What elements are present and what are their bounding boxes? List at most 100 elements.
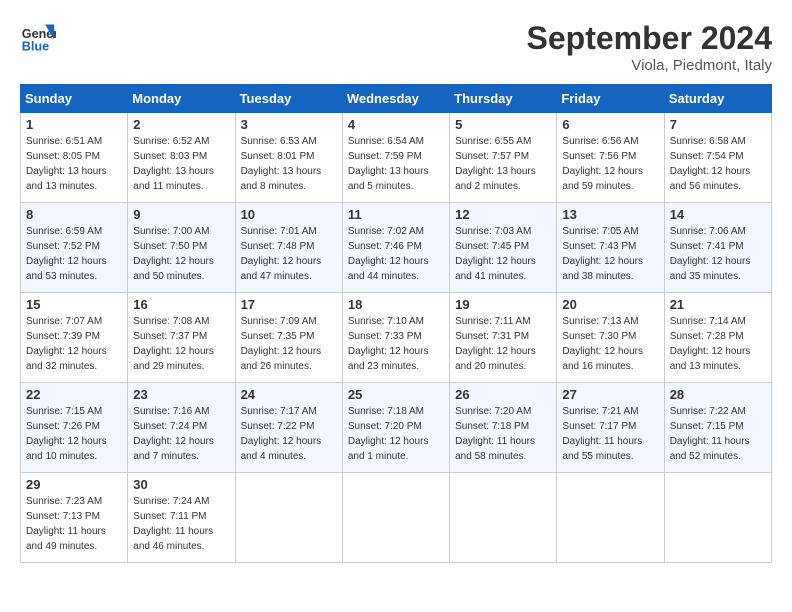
page-header: General Blue September 2024 Viola, Piedm… (20, 20, 772, 74)
day-number: 28 (670, 387, 766, 402)
day-info: Sunrise: 7:08 AM Sunset: 7:37 PM Dayligh… (133, 314, 229, 374)
day-number: 16 (133, 297, 229, 312)
day-cell: 30 Sunrise: 7:24 AM Sunset: 7:11 PM Dayl… (128, 473, 235, 563)
day-info: Sunrise: 7:24 AM Sunset: 7:11 PM Dayligh… (133, 494, 229, 554)
day-info: Sunrise: 7:01 AM Sunset: 7:48 PM Dayligh… (241, 224, 337, 284)
empty-cell (664, 473, 771, 563)
day-cell: 2 Sunrise: 6:52 AM Sunset: 8:03 PM Dayli… (128, 113, 235, 203)
day-info: Sunrise: 7:13 AM Sunset: 7:30 PM Dayligh… (562, 314, 658, 374)
day-info: Sunrise: 7:21 AM Sunset: 7:17 PM Dayligh… (562, 404, 658, 464)
day-cell: 13 Sunrise: 7:05 AM Sunset: 7:43 PM Dayl… (557, 203, 664, 293)
day-info: Sunrise: 7:18 AM Sunset: 7:20 PM Dayligh… (348, 404, 444, 464)
day-number: 20 (562, 297, 658, 312)
calendar-row: 8 Sunrise: 6:59 AM Sunset: 7:52 PM Dayli… (21, 203, 772, 293)
logo: General Blue (20, 20, 56, 56)
day-cell: 7 Sunrise: 6:58 AM Sunset: 7:54 PM Dayli… (664, 113, 771, 203)
day-cell: 15 Sunrise: 7:07 AM Sunset: 7:39 PM Dayl… (21, 293, 128, 383)
day-cell: 29 Sunrise: 7:23 AM Sunset: 7:13 PM Dayl… (21, 473, 128, 563)
day-info: Sunrise: 7:15 AM Sunset: 7:26 PM Dayligh… (26, 404, 122, 464)
day-cell: 28 Sunrise: 7:22 AM Sunset: 7:15 PM Dayl… (664, 383, 771, 473)
day-cell: 18 Sunrise: 7:10 AM Sunset: 7:33 PM Dayl… (342, 293, 449, 383)
header-row: Sunday Monday Tuesday Wednesday Thursday… (21, 85, 772, 113)
day-number: 30 (133, 477, 229, 492)
day-info: Sunrise: 6:58 AM Sunset: 7:54 PM Dayligh… (670, 134, 766, 194)
day-cell: 26 Sunrise: 7:20 AM Sunset: 7:18 PM Dayl… (450, 383, 557, 473)
calendar-row: 15 Sunrise: 7:07 AM Sunset: 7:39 PM Dayl… (21, 293, 772, 383)
col-wednesday: Wednesday (342, 85, 449, 113)
day-cell: 1 Sunrise: 6:51 AM Sunset: 8:05 PM Dayli… (21, 113, 128, 203)
empty-cell (342, 473, 449, 563)
day-number: 24 (241, 387, 337, 402)
day-info: Sunrise: 6:55 AM Sunset: 7:57 PM Dayligh… (455, 134, 551, 194)
day-number: 14 (670, 207, 766, 222)
day-number: 23 (133, 387, 229, 402)
day-cell: 19 Sunrise: 7:11 AM Sunset: 7:31 PM Dayl… (450, 293, 557, 383)
day-number: 15 (26, 297, 122, 312)
day-info: Sunrise: 7:02 AM Sunset: 7:46 PM Dayligh… (348, 224, 444, 284)
day-info: Sunrise: 7:00 AM Sunset: 7:50 PM Dayligh… (133, 224, 229, 284)
day-cell: 24 Sunrise: 7:17 AM Sunset: 7:22 PM Dayl… (235, 383, 342, 473)
day-cell: 6 Sunrise: 6:56 AM Sunset: 7:56 PM Dayli… (557, 113, 664, 203)
day-number: 8 (26, 207, 122, 222)
day-cell: 21 Sunrise: 7:14 AM Sunset: 7:28 PM Dayl… (664, 293, 771, 383)
day-info: Sunrise: 6:51 AM Sunset: 8:05 PM Dayligh… (26, 134, 122, 194)
day-cell: 20 Sunrise: 7:13 AM Sunset: 7:30 PM Dayl… (557, 293, 664, 383)
day-cell: 4 Sunrise: 6:54 AM Sunset: 7:59 PM Dayli… (342, 113, 449, 203)
day-number: 2 (133, 117, 229, 132)
location: Viola, Piedmont, Italy (527, 57, 772, 74)
day-cell: 8 Sunrise: 6:59 AM Sunset: 7:52 PM Dayli… (21, 203, 128, 293)
day-cell: 11 Sunrise: 7:02 AM Sunset: 7:46 PM Dayl… (342, 203, 449, 293)
month-title: September 2024 (527, 20, 772, 57)
day-info: Sunrise: 7:03 AM Sunset: 7:45 PM Dayligh… (455, 224, 551, 284)
day-info: Sunrise: 7:09 AM Sunset: 7:35 PM Dayligh… (241, 314, 337, 374)
svg-text:Blue: Blue (22, 40, 49, 54)
day-number: 19 (455, 297, 551, 312)
day-info: Sunrise: 6:59 AM Sunset: 7:52 PM Dayligh… (26, 224, 122, 284)
calendar-table: Sunday Monday Tuesday Wednesday Thursday… (20, 84, 772, 563)
day-number: 21 (670, 297, 766, 312)
day-cell: 22 Sunrise: 7:15 AM Sunset: 7:26 PM Dayl… (21, 383, 128, 473)
day-number: 9 (133, 207, 229, 222)
day-info: Sunrise: 7:10 AM Sunset: 7:33 PM Dayligh… (348, 314, 444, 374)
day-number: 18 (348, 297, 444, 312)
day-cell: 27 Sunrise: 7:21 AM Sunset: 7:17 PM Dayl… (557, 383, 664, 473)
day-cell: 14 Sunrise: 7:06 AM Sunset: 7:41 PM Dayl… (664, 203, 771, 293)
day-number: 4 (348, 117, 444, 132)
empty-cell (450, 473, 557, 563)
col-thursday: Thursday (450, 85, 557, 113)
day-number: 7 (670, 117, 766, 132)
day-number: 11 (348, 207, 444, 222)
col-friday: Friday (557, 85, 664, 113)
day-cell: 23 Sunrise: 7:16 AM Sunset: 7:24 PM Dayl… (128, 383, 235, 473)
day-info: Sunrise: 7:20 AM Sunset: 7:18 PM Dayligh… (455, 404, 551, 464)
calendar-row: 1 Sunrise: 6:51 AM Sunset: 8:05 PM Dayli… (21, 113, 772, 203)
col-sunday: Sunday (21, 85, 128, 113)
day-cell: 25 Sunrise: 7:18 AM Sunset: 7:20 PM Dayl… (342, 383, 449, 473)
day-info: Sunrise: 7:17 AM Sunset: 7:22 PM Dayligh… (241, 404, 337, 464)
col-tuesday: Tuesday (235, 85, 342, 113)
calendar-row: 29 Sunrise: 7:23 AM Sunset: 7:13 PM Dayl… (21, 473, 772, 563)
day-cell: 5 Sunrise: 6:55 AM Sunset: 7:57 PM Dayli… (450, 113, 557, 203)
day-number: 5 (455, 117, 551, 132)
day-cell: 9 Sunrise: 7:00 AM Sunset: 7:50 PM Dayli… (128, 203, 235, 293)
day-info: Sunrise: 6:54 AM Sunset: 7:59 PM Dayligh… (348, 134, 444, 194)
day-info: Sunrise: 7:06 AM Sunset: 7:41 PM Dayligh… (670, 224, 766, 284)
title-area: September 2024 Viola, Piedmont, Italy (527, 20, 772, 74)
day-info: Sunrise: 6:53 AM Sunset: 8:01 PM Dayligh… (241, 134, 337, 194)
day-number: 17 (241, 297, 337, 312)
day-cell: 17 Sunrise: 7:09 AM Sunset: 7:35 PM Dayl… (235, 293, 342, 383)
calendar-row: 22 Sunrise: 7:15 AM Sunset: 7:26 PM Dayl… (21, 383, 772, 473)
empty-cell (235, 473, 342, 563)
day-number: 29 (26, 477, 122, 492)
day-number: 1 (26, 117, 122, 132)
day-number: 26 (455, 387, 551, 402)
day-info: Sunrise: 6:56 AM Sunset: 7:56 PM Dayligh… (562, 134, 658, 194)
day-number: 27 (562, 387, 658, 402)
day-info: Sunrise: 7:22 AM Sunset: 7:15 PM Dayligh… (670, 404, 766, 464)
col-monday: Monday (128, 85, 235, 113)
col-saturday: Saturday (664, 85, 771, 113)
day-info: Sunrise: 7:07 AM Sunset: 7:39 PM Dayligh… (26, 314, 122, 374)
day-cell: 12 Sunrise: 7:03 AM Sunset: 7:45 PM Dayl… (450, 203, 557, 293)
day-number: 22 (26, 387, 122, 402)
day-number: 25 (348, 387, 444, 402)
